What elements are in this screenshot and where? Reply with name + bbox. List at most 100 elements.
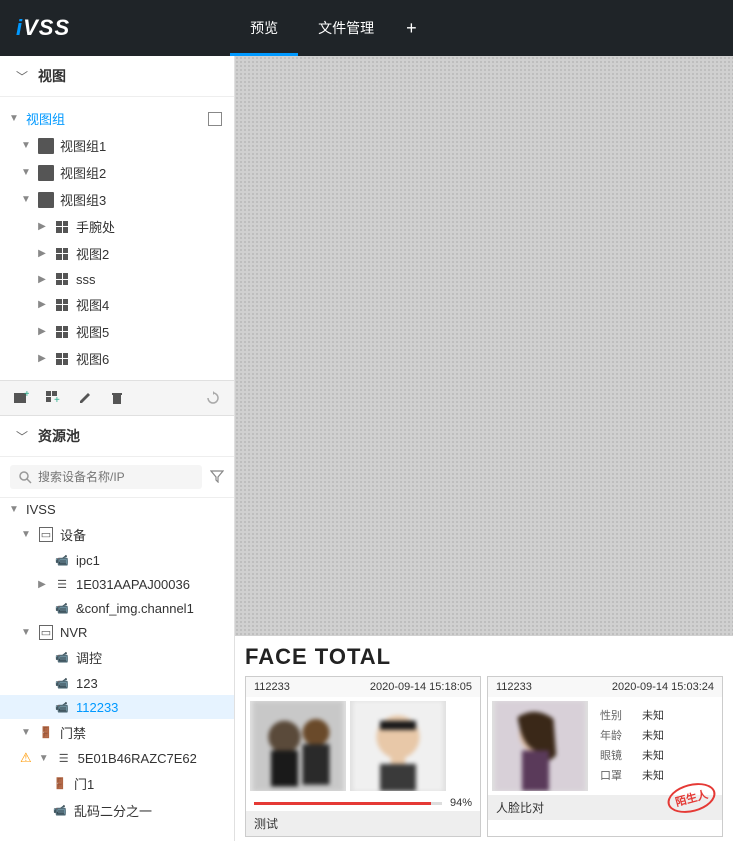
- grid-icon: [54, 297, 70, 313]
- view-section-title: 视图: [38, 66, 66, 86]
- tree-label: 调控: [76, 648, 102, 667]
- view-group-root[interactable]: ▼ 视图组: [0, 105, 73, 132]
- add-view-button[interactable]: +: [44, 389, 62, 407]
- tab-file-management[interactable]: 文件管理: [298, 0, 394, 56]
- search-input[interactable]: [38, 470, 194, 484]
- view-item[interactable]: ▶ 视图2: [0, 240, 234, 267]
- chevron-down-icon: ▼: [8, 504, 20, 515]
- folder-icon: [38, 192, 54, 208]
- chevron-down-icon: ▼: [20, 194, 32, 205]
- attr-val: 未知: [642, 727, 664, 743]
- attr-key: 眼镜: [600, 747, 630, 763]
- view-item[interactable]: ▶ sss: [0, 267, 234, 291]
- chevron-down-icon: ▼: [20, 627, 32, 638]
- nvr-item[interactable]: 调控: [0, 644, 234, 671]
- resource-root[interactable]: ▼ IVSS: [0, 498, 234, 521]
- tree-label: 1E031AAPAJ00036: [76, 577, 190, 592]
- attr-val: 未知: [642, 707, 664, 723]
- refresh-button[interactable]: [204, 389, 222, 407]
- view-item[interactable]: ▶ 视图5: [0, 318, 234, 345]
- delete-button[interactable]: [108, 389, 126, 407]
- main-tabs: 预览 文件管理 +: [230, 0, 429, 56]
- svg-text:+: +: [54, 395, 60, 406]
- face-thumbnail: [350, 701, 446, 791]
- card-channel: 112233: [496, 681, 532, 693]
- folder-icon: [38, 138, 54, 154]
- devices-node[interactable]: ▼ 设备: [0, 521, 234, 548]
- svg-text:+: +: [24, 390, 29, 400]
- tree-label: 视图4: [76, 295, 109, 314]
- camera-icon: [54, 552, 70, 568]
- chevron-right-icon: ▶: [36, 221, 48, 232]
- grid-icon: [54, 324, 70, 340]
- grid-icon: [54, 351, 70, 367]
- face-panel: FACE TOTAL 112233 2020-09-14 15:18:05: [235, 636, 733, 841]
- chevron-right-icon: ▶: [36, 579, 48, 590]
- chevron-down-icon: ▼: [20, 167, 32, 178]
- view-item[interactable]: ▶ 视图6: [0, 345, 234, 372]
- access-node[interactable]: ▼ 门禁: [0, 719, 234, 746]
- access-child[interactable]: 门1: [0, 770, 234, 797]
- chevron-down-icon: ▼: [20, 529, 32, 540]
- chevron-right-icon: ▶: [36, 353, 48, 364]
- camera-icon: [54, 650, 70, 666]
- match-progress: [254, 802, 442, 805]
- device-item[interactable]: &conf_img.channel1: [0, 596, 234, 620]
- view-group-item[interactable]: ▼ 视图组2: [0, 159, 234, 186]
- face-thumbnail: [250, 701, 346, 791]
- access-device[interactable]: ⚠ ▼ 5E01B46RAZC7E62: [0, 746, 234, 770]
- card-timestamp: 2020-09-14 15:03:24: [612, 681, 714, 693]
- door-icon: [52, 776, 68, 792]
- tree-label: 112233: [76, 700, 118, 715]
- camera-icon: [54, 675, 70, 691]
- layout-icon[interactable]: [208, 112, 222, 126]
- view-item[interactable]: ▶ 视图4: [0, 291, 234, 318]
- grid-icon: [54, 246, 70, 262]
- tree-label: 视图组2: [60, 163, 106, 182]
- view-toolbar: + +: [0, 380, 234, 416]
- nvr-item[interactable]: 123: [0, 671, 234, 695]
- device-item[interactable]: ipc1: [0, 548, 234, 572]
- chevron-right-icon: ▶: [36, 326, 48, 337]
- tab-add-button[interactable]: +: [394, 0, 429, 56]
- add-folder-button[interactable]: +: [12, 389, 30, 407]
- access-child[interactable]: 乱码二分之一: [0, 797, 234, 824]
- card-timestamp: 2020-09-14 15:18:05: [370, 681, 472, 693]
- resource-section-header[interactable]: ﹀ 资源池: [0, 416, 234, 457]
- view-tree: ▼ 视图组 ▼ 视图组1 ▼ 视图组2 ▼ 视图组3 ▶: [0, 97, 234, 380]
- view-section-header[interactable]: ﹀ 视图: [0, 56, 234, 97]
- video-grid[interactable]: [235, 56, 733, 636]
- search-box[interactable]: [10, 465, 202, 489]
- resource-tree: ▼ IVSS ▼ 设备 ipc1 ▶ 1E031AAPAJ00036: [0, 498, 234, 841]
- attr-val: 未知: [642, 747, 664, 763]
- tree-label: 123: [76, 676, 98, 691]
- match-percent: 94%: [450, 797, 472, 809]
- device-item[interactable]: ▶ 1E031AAPAJ00036: [0, 572, 234, 596]
- tree-label: IVSS: [26, 502, 56, 517]
- edit-button[interactable]: [76, 389, 94, 407]
- tree-label: 视图2: [76, 244, 109, 263]
- view-group-item[interactable]: ▼ 视图组3: [0, 186, 234, 213]
- nvr-node[interactable]: ▼ NVR: [0, 620, 234, 644]
- view-group-item[interactable]: ▼ 视图组1: [0, 132, 234, 159]
- grid-icon: [54, 219, 70, 235]
- tree-label: 设备: [60, 525, 86, 544]
- warning-icon: ⚠: [20, 750, 32, 766]
- tree-label: 视图组1: [60, 136, 106, 155]
- logo-rest: VSS: [23, 15, 70, 40]
- view-group-label: 视图组: [26, 109, 65, 128]
- attr-val: 未知: [642, 767, 664, 783]
- chevron-down-icon: ▼: [38, 753, 50, 764]
- face-card[interactable]: 112233 2020-09-14 15:18:05 94%: [245, 676, 481, 837]
- content-area: FACE TOTAL 112233 2020-09-14 15:18:05: [235, 56, 733, 841]
- chevron-down-icon: ▼: [20, 140, 32, 151]
- filter-button[interactable]: [210, 469, 224, 486]
- tree-label: 门禁: [60, 723, 86, 742]
- chevron-down-icon: ▼: [8, 113, 20, 124]
- view-item[interactable]: ▶ 手腕处: [0, 213, 234, 240]
- tab-preview[interactable]: 预览: [230, 0, 298, 56]
- tree-label: 手腕处: [76, 217, 115, 236]
- face-card[interactable]: 112233 2020-09-14 15:03:24 性别未知 年龄未知 眼镜未…: [487, 676, 723, 837]
- nvr-item-selected[interactable]: 112233: [0, 695, 234, 719]
- grid-icon: [54, 271, 70, 287]
